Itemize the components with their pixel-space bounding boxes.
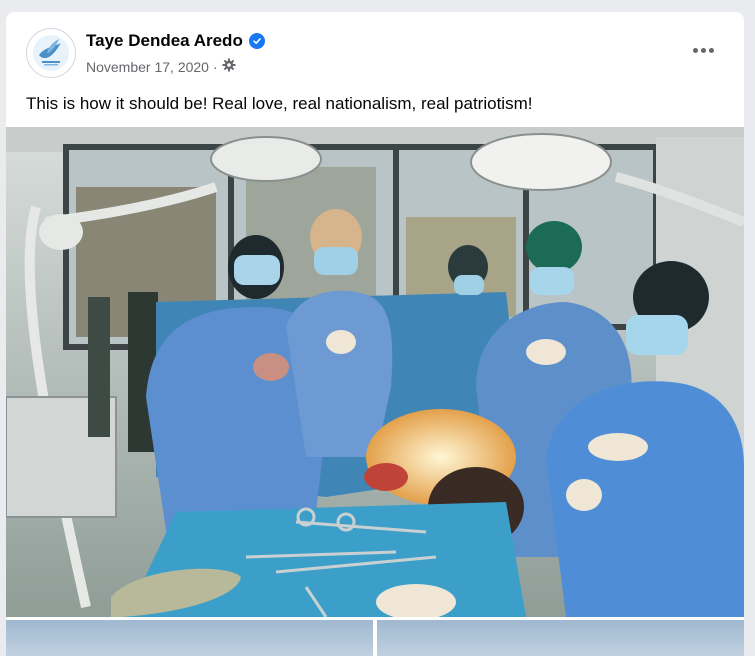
date-separator: ·	[212, 58, 218, 75]
post-author[interactable]: Taye Dendea Aredo	[86, 31, 265, 51]
profile-avatar[interactable]	[26, 28, 76, 78]
post-date[interactable]: November 17, 2020	[86, 59, 209, 75]
photo-thumbnails	[6, 620, 744, 656]
post-card: Taye Dendea Aredo November 17, 2020 · Th…	[6, 12, 744, 656]
post-meta: November 17, 2020 ·	[86, 58, 236, 75]
gear-icon[interactable]	[222, 58, 236, 75]
dove-logo-icon	[33, 35, 69, 71]
photo-thumbnail[interactable]	[377, 620, 744, 656]
surgery-team-photo	[6, 127, 744, 617]
photo-thumbnail[interactable]	[6, 620, 373, 656]
verified-badge-icon	[248, 33, 265, 49]
post-photo[interactable]	[6, 127, 744, 617]
more-options-icon[interactable]	[688, 38, 718, 62]
author-name[interactable]: Taye Dendea Aredo	[86, 31, 243, 51]
post-text: This is how it should be! Real love, rea…	[26, 94, 533, 113]
post-header: Taye Dendea Aredo November 17, 2020 ·	[6, 12, 744, 92]
